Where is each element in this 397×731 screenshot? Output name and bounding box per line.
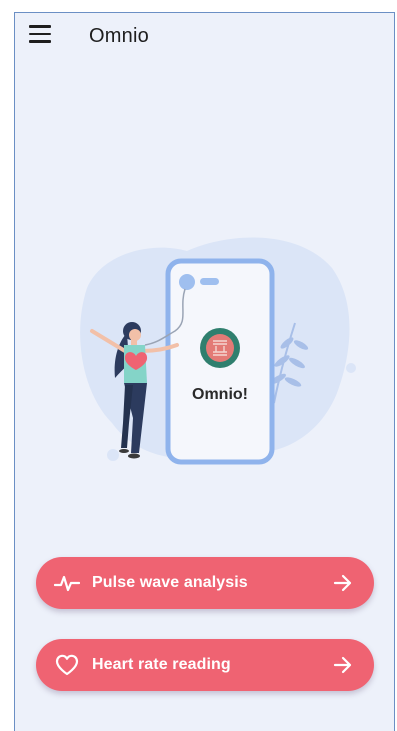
omnio-logo-icon — [200, 328, 240, 368]
arrow-right-icon — [332, 654, 354, 676]
welcome-illustration: Omnio! — [80, 237, 356, 465]
phone-screen-text: Omnio! — [192, 386, 248, 403]
pulse-wave-icon — [54, 570, 80, 596]
heart-rate-reading-label: Heart rate reading — [92, 656, 231, 673]
heart-outline-icon — [54, 652, 80, 678]
app-bar: Omnio — [15, 13, 394, 61]
arrow-right-icon — [332, 572, 354, 594]
app-screen: Omnio Omnio! Pulse wave analysis Heart r… — [14, 12, 395, 731]
heart-rate-reading-button[interactable]: Heart rate reading — [36, 639, 374, 691]
pulse-wave-analysis-button[interactable]: Pulse wave analysis — [36, 557, 374, 609]
app-title: Omnio — [89, 25, 149, 47]
pulse-wave-analysis-label: Pulse wave analysis — [92, 574, 248, 591]
hamburger-menu-icon[interactable] — [29, 25, 51, 43]
